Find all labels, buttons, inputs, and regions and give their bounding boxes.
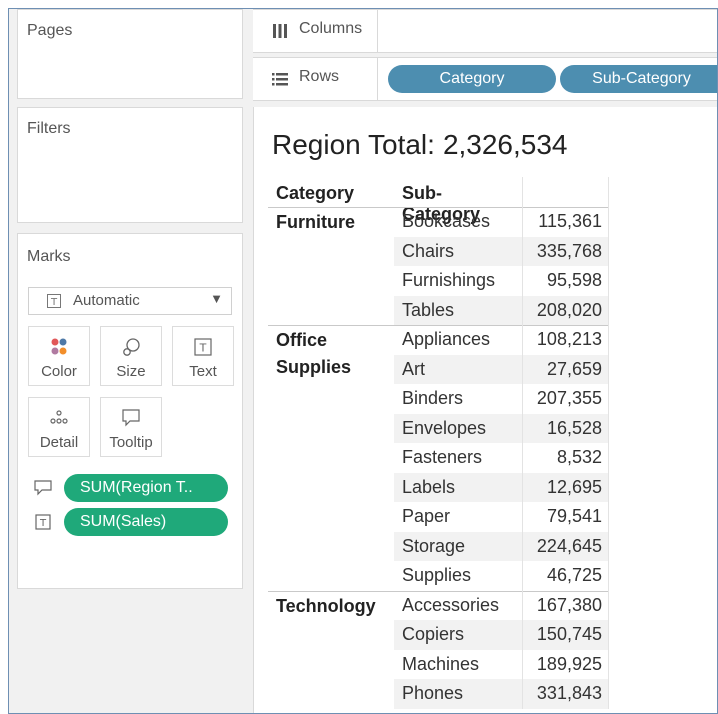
sub-category-cell[interactable]: Fasteners [394, 443, 522, 473]
header-divider [522, 177, 523, 207]
columns-shelf-label: Columns [253, 10, 378, 52]
title-label: Region Total: [272, 129, 435, 160]
filters-title: Filters [27, 120, 71, 137]
sales-value-cell[interactable]: 207,355 [522, 384, 608, 414]
detail-button[interactable]: Detail [28, 397, 90, 457]
sales-value-cell[interactable]: 115,361 [522, 207, 608, 237]
marks-field-row[interactable]: T SUM(Sales) [28, 508, 238, 536]
size-label: Size [116, 363, 146, 380]
sub-category-cell[interactable]: Furnishings [394, 266, 522, 296]
sub-category-cell[interactable]: Tables [394, 295, 522, 325]
sales-value-cell[interactable]: 331,843 [522, 679, 608, 709]
detail-icon [50, 410, 68, 424]
pages-card[interactable]: Pages [17, 9, 243, 99]
header-divider [608, 177, 609, 207]
detail-label: Detail [39, 434, 79, 451]
svg-text:T: T [199, 342, 207, 355]
sum-region-total-pill[interactable]: SUM(Region T.. [64, 474, 228, 502]
tableau-workspace: Pages Filters Marks T Automatic ▼ Color [8, 8, 718, 714]
sub-category-cell[interactable]: Chairs [394, 236, 522, 266]
rows-shelf-label: Rows [253, 58, 378, 100]
tooltip-label: Tooltip [109, 434, 153, 451]
svg-text:T: T [50, 297, 58, 308]
title-value: 2,326,534 [442, 129, 568, 160]
rows-label: Rows [299, 68, 340, 85]
columns-shelf[interactable]: Columns [253, 9, 717, 53]
sales-value-cell[interactable]: 189,925 [522, 649, 608, 679]
rows-icon [272, 73, 288, 86]
pages-title: Pages [27, 22, 73, 39]
sales-value-cell[interactable]: 46,725 [522, 561, 608, 591]
text-icon: T [194, 338, 212, 356]
color-dots-icon [51, 338, 67, 355]
sales-value-cell[interactable]: 12,695 [522, 472, 608, 502]
marks-title: Marks [27, 248, 71, 265]
rows-shelf[interactable]: Rows Category Sub-Category [253, 57, 717, 101]
sales-value-cell[interactable]: 16,528 [522, 413, 608, 443]
filters-card[interactable]: Filters [17, 107, 243, 223]
category-cell[interactable]: Technology [276, 593, 376, 620]
category-cell[interactable]: Office [276, 327, 327, 354]
chevron-down-icon: ▼ [210, 291, 223, 306]
sales-value-cell[interactable]: 108,213 [522, 325, 608, 355]
text-icon: T [35, 514, 51, 530]
table-right-border [608, 207, 609, 709]
sum-sales-pill[interactable]: SUM(Sales) [64, 508, 228, 536]
color-button[interactable]: Color [28, 326, 90, 386]
color-label: Color [41, 363, 77, 380]
sub-category-cell[interactable]: Machines [394, 650, 522, 680]
sub-category-cell[interactable]: Art [394, 354, 522, 384]
sub-category-cell[interactable]: Copiers [394, 620, 522, 650]
columns-label: Columns [299, 20, 363, 37]
view-title: Region Total: 2,326,534 [272, 129, 568, 161]
sub-category-cell[interactable]: Appliances [394, 325, 522, 355]
sub-category-cell[interactable]: Bookcases [394, 207, 522, 237]
mark-type-label: Automatic [73, 292, 140, 309]
sub-category-cell[interactable]: Accessories [394, 591, 522, 621]
category-pill[interactable]: Category [388, 65, 556, 93]
text-button[interactable]: T Text [172, 326, 234, 386]
sub-category-cell[interactable]: Phones [394, 679, 522, 709]
sales-value-cell[interactable]: 27,659 [522, 354, 608, 384]
category-cell[interactable]: Furniture [276, 209, 355, 236]
sub-category-pill[interactable]: Sub-Category [560, 65, 717, 93]
columns-icon [273, 24, 287, 38]
view-canvas: Region Total: 2,326,534 Category Sub-Categ… [253, 107, 717, 713]
text-label: Text [189, 363, 217, 380]
sales-value-cell[interactable]: 8,532 [522, 443, 608, 473]
sales-value-cell[interactable]: 208,020 [522, 295, 608, 325]
mark-type-dropdown[interactable]: T Automatic ▼ [28, 287, 232, 315]
size-button[interactable]: Size [100, 326, 162, 386]
sales-value-cell[interactable]: 167,380 [522, 590, 608, 620]
sub-category-cell[interactable]: Paper [394, 502, 522, 532]
sub-category-cell[interactable]: Labels [394, 472, 522, 502]
marks-card: Marks T Automatic ▼ Color Size T Text De… [17, 233, 243, 589]
category-cell[interactable]: Supplies [276, 354, 351, 381]
sales-value-cell[interactable]: 79,541 [522, 502, 608, 532]
sales-value-cell[interactable]: 150,745 [522, 620, 608, 650]
size-icon [123, 338, 140, 356]
sub-category-cell[interactable]: Binders [394, 384, 522, 414]
marks-field-row[interactable]: SUM(Region T.. [28, 474, 238, 502]
text-icon: T [47, 294, 61, 308]
tooltip-icon [34, 480, 52, 496]
svg-text:T: T [39, 518, 47, 529]
sales-value-cell[interactable]: 224,645 [522, 531, 608, 561]
sales-value-cell[interactable]: 95,598 [522, 266, 608, 296]
sub-category-cell[interactable]: Supplies [394, 561, 522, 591]
sales-value-cell[interactable]: 335,768 [522, 236, 608, 266]
sub-category-cell[interactable]: Storage [394, 531, 522, 561]
tooltip-button[interactable]: Tooltip [100, 397, 162, 457]
sub-category-cell[interactable]: Envelopes [394, 413, 522, 443]
tooltip-icon [122, 409, 140, 427]
